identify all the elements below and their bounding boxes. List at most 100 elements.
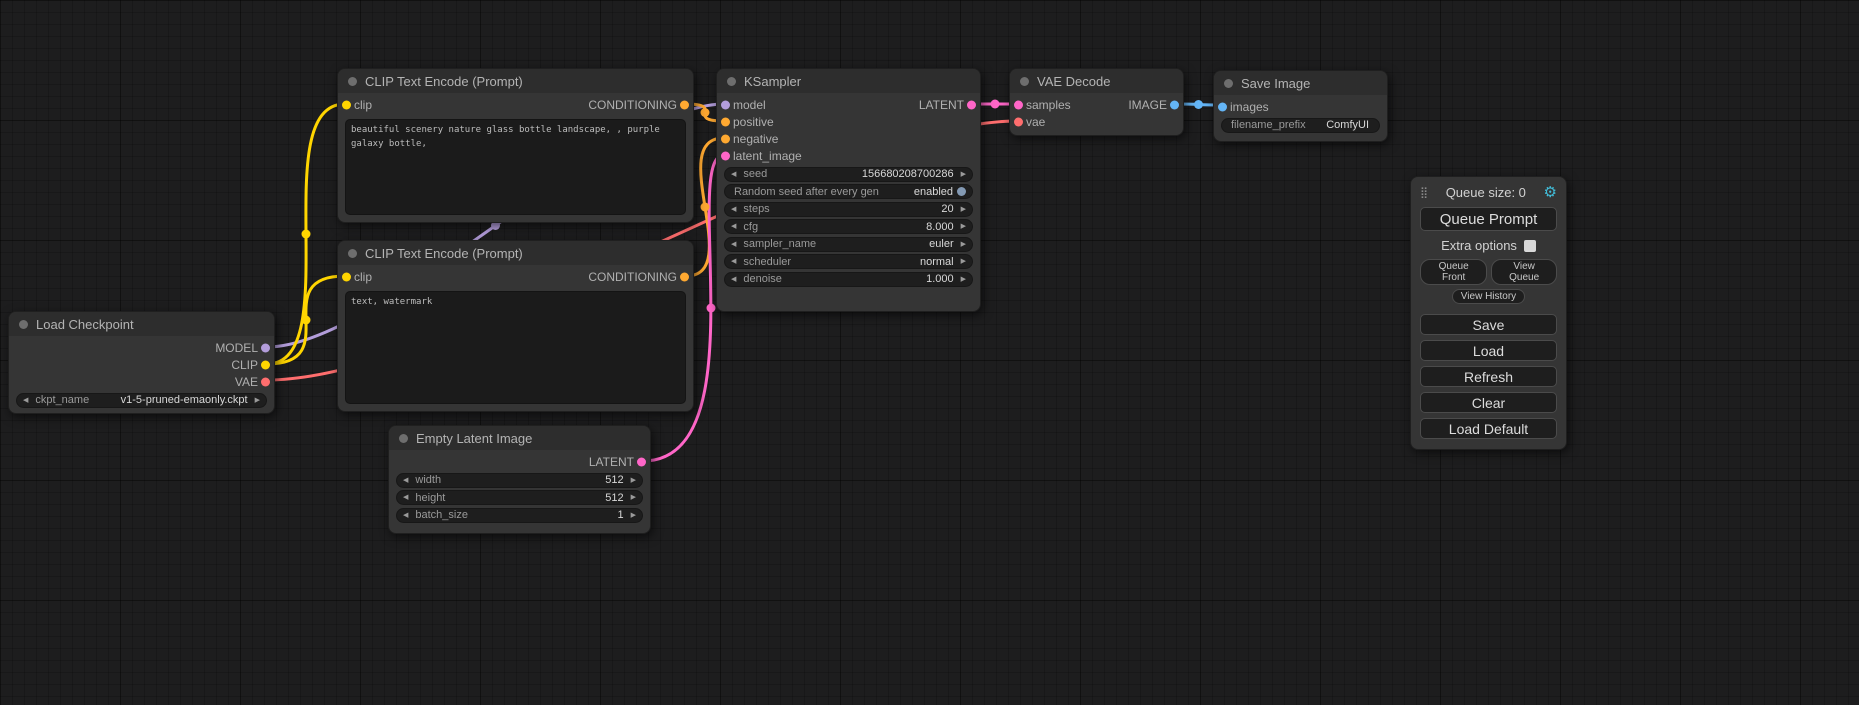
node-ksampler[interactable]: KSampler model LATENT positive negative … [716, 68, 981, 312]
history-row: View History [1420, 289, 1557, 304]
widget-scheduler[interactable]: ◀ scheduler normal ▶ [724, 254, 973, 269]
node-clip-text-encode-negative[interactable]: CLIP Text Encode (Prompt) clip CONDITION… [337, 240, 694, 412]
input-port-images[interactable] [1218, 102, 1227, 111]
input-label-samples: samples [1026, 98, 1071, 112]
clear-button[interactable]: Clear [1420, 392, 1557, 413]
collapse-dot-icon[interactable] [1224, 79, 1233, 88]
widget-label: sampler_name [743, 238, 816, 250]
load-button[interactable]: Load [1420, 340, 1557, 361]
prev-value-icon[interactable]: ◀ [23, 397, 28, 404]
widget-cfg[interactable]: ◀ cfg 8.000 ▶ [724, 219, 973, 234]
collapse-dot-icon[interactable] [727, 77, 736, 86]
output-row-latent: LATENT [389, 453, 650, 470]
node-titlebar[interactable]: Empty Latent Image [389, 426, 650, 450]
decrement-icon[interactable]: ◀ [403, 494, 408, 501]
port-row: positive [717, 113, 980, 130]
prev-value-icon[interactable]: ◀ [731, 241, 736, 248]
output-port-image[interactable] [1170, 100, 1179, 109]
increment-icon[interactable]: ▶ [961, 206, 966, 213]
output-row-vae: VAE [9, 373, 274, 390]
widget-denoise[interactable]: ◀ denoise 1.000 ▶ [724, 272, 973, 287]
queue-prompt-button[interactable]: Queue Prompt [1420, 207, 1557, 231]
increment-icon[interactable]: ▶ [961, 171, 966, 178]
node-titlebar[interactable]: Load Checkpoint [9, 312, 274, 336]
collapse-dot-icon[interactable] [399, 434, 408, 443]
next-value-icon[interactable]: ▶ [961, 241, 966, 248]
prompt-textarea[interactable]: text, watermark [345, 291, 686, 404]
output-port-conditioning[interactable] [680, 272, 689, 281]
load-default-button[interactable]: Load Default [1420, 418, 1557, 439]
widget-steps[interactable]: ◀ steps 20 ▶ [724, 202, 973, 217]
widget-batch-size[interactable]: ◀ batch_size 1 ▶ [396, 508, 643, 523]
node-empty-latent-image[interactable]: Empty Latent Image LATENT ◀ width 512 ▶ … [388, 425, 651, 534]
node-titlebar[interactable]: KSampler [717, 69, 980, 93]
queue-front-button[interactable]: Queue Front [1420, 259, 1487, 285]
output-label-vae: VAE [235, 375, 258, 389]
collapse-dot-icon[interactable] [348, 77, 357, 86]
toggle-icon[interactable] [957, 187, 966, 196]
input-port-negative[interactable] [721, 134, 730, 143]
decrement-icon[interactable]: ◀ [731, 223, 736, 230]
increment-icon[interactable]: ▶ [631, 477, 636, 484]
widget-value: euler [929, 238, 953, 250]
widget-filename-prefix[interactable]: filename_prefix ComfyUI [1221, 118, 1380, 133]
widget-ckpt-name[interactable]: ◀ ckpt_name v1-5-pruned-emaonly.ckpt ▶ [16, 393, 267, 408]
increment-icon[interactable]: ▶ [961, 223, 966, 230]
increment-icon[interactable]: ▶ [961, 276, 966, 283]
widget-label: batch_size [415, 509, 468, 521]
view-history-button[interactable]: View History [1452, 289, 1525, 304]
prompt-textarea[interactable]: beautiful scenery nature glass bottle la… [345, 119, 686, 215]
input-port-latent-image[interactable] [721, 151, 730, 160]
collapse-dot-icon[interactable] [19, 320, 28, 329]
node-title: VAE Decode [1037, 74, 1110, 89]
input-port-positive[interactable] [721, 117, 730, 126]
input-port-clip[interactable] [342, 100, 351, 109]
collapse-dot-icon[interactable] [1020, 77, 1029, 86]
node-graph-canvas[interactable]: Load Checkpoint MODEL CLIP VAE ◀ ckpt_na… [0, 0, 1859, 705]
output-port-latent[interactable] [637, 457, 646, 466]
next-value-icon[interactable]: ▶ [961, 258, 966, 265]
output-port-clip[interactable] [261, 360, 270, 369]
output-port-conditioning[interactable] [680, 100, 689, 109]
output-port-latent[interactable] [967, 100, 976, 109]
input-port-clip[interactable] [342, 272, 351, 281]
decrement-icon[interactable]: ◀ [731, 206, 736, 213]
output-label-clip: CLIP [231, 358, 258, 372]
view-queue-button[interactable]: View Queue [1491, 259, 1557, 285]
decrement-icon[interactable]: ◀ [403, 477, 408, 484]
widget-height[interactable]: ◀ height 512 ▶ [396, 490, 643, 505]
decrement-icon[interactable]: ◀ [403, 512, 408, 519]
refresh-button[interactable]: Refresh [1420, 366, 1557, 387]
collapse-dot-icon[interactable] [348, 249, 357, 258]
input-port-model[interactable] [721, 100, 730, 109]
node-load-checkpoint[interactable]: Load Checkpoint MODEL CLIP VAE ◀ ckpt_na… [8, 311, 275, 414]
widget-value: 1 [617, 509, 623, 521]
input-label-positive: positive [733, 115, 774, 129]
decrement-icon[interactable]: ◀ [731, 171, 736, 178]
output-port-vae[interactable] [261, 377, 270, 386]
output-port-model[interactable] [261, 343, 270, 352]
widget-seed[interactable]: ◀ seed 156680208700286 ▶ [724, 167, 973, 182]
node-titlebar[interactable]: CLIP Text Encode (Prompt) [338, 241, 693, 265]
widget-sampler-name[interactable]: ◀ sampler_name euler ▶ [724, 237, 973, 252]
node-clip-text-encode-positive[interactable]: CLIP Text Encode (Prompt) clip CONDITION… [337, 68, 694, 223]
prev-value-icon[interactable]: ◀ [731, 258, 736, 265]
drag-handle-icon[interactable]: ⣿ [1420, 186, 1428, 199]
widget-random-seed-toggle[interactable]: Random seed after every gen enabled [724, 184, 973, 199]
node-titlebar[interactable]: CLIP Text Encode (Prompt) [338, 69, 693, 93]
save-button[interactable]: Save [1420, 314, 1557, 335]
node-save-image[interactable]: Save Image images filename_prefix ComfyU… [1213, 70, 1388, 142]
input-label-images: images [1230, 100, 1269, 114]
node-vae-decode[interactable]: VAE Decode samples IMAGE vae [1009, 68, 1184, 136]
extra-options-checkbox[interactable] [1524, 240, 1536, 252]
decrement-icon[interactable]: ◀ [731, 276, 736, 283]
input-port-vae[interactable] [1014, 117, 1023, 126]
increment-icon[interactable]: ▶ [631, 512, 636, 519]
input-port-samples[interactable] [1014, 100, 1023, 109]
next-value-icon[interactable]: ▶ [255, 397, 260, 404]
node-titlebar[interactable]: Save Image [1214, 71, 1387, 95]
node-titlebar[interactable]: VAE Decode [1010, 69, 1183, 93]
widget-width[interactable]: ◀ width 512 ▶ [396, 473, 643, 488]
increment-icon[interactable]: ▶ [631, 494, 636, 501]
settings-gear-icon[interactable]: ⚙ [1544, 185, 1557, 200]
